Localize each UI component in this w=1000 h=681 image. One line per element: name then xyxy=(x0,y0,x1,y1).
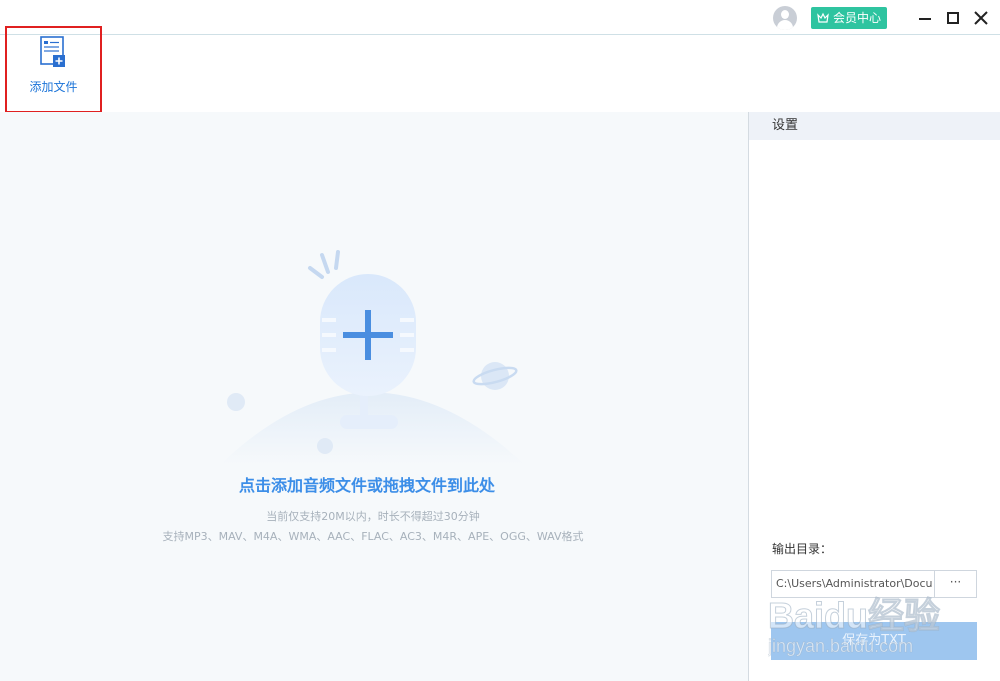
toolbar: 添加文件 xyxy=(0,26,1000,113)
title-bar: 会员中心 xyxy=(0,0,1000,35)
vip-center-button[interactable]: 会员中心 xyxy=(811,7,887,29)
add-file-label: 添加文件 xyxy=(29,80,78,94)
maximize-icon[interactable] xyxy=(941,6,965,30)
minimize-icon[interactable] xyxy=(913,6,937,30)
browse-button[interactable]: ··· xyxy=(935,570,977,598)
save-txt-button[interactable]: 保存为TXT xyxy=(771,622,977,660)
drop-formats-text: 支持MP3、MAV、M4A、WMA、AAC、FLAC、AC3、M4R、APE、O… xyxy=(162,530,584,543)
add-file-button[interactable]: 添加文件 xyxy=(5,26,102,113)
output-path-field[interactable]: C:\Users\Administrator\Docu xyxy=(771,570,935,598)
user-avatar-icon[interactable] xyxy=(773,6,797,30)
drop-title[interactable]: 点击添加音频文件或拖拽文件到此处 xyxy=(0,472,734,496)
crown-icon xyxy=(817,12,829,23)
microphone-plus-icon xyxy=(220,250,525,465)
file-drop-area[interactable]: 点击添加音频文件或拖拽文件到此处 当前仅支持20M以内，时长不得超过30分钟 支… xyxy=(0,112,748,681)
vip-center-label: 会员中心 xyxy=(833,11,882,25)
add-file-icon xyxy=(40,36,65,67)
settings-panel: 设置 输出目录： C:\Users\Administrator\Docu ···… xyxy=(748,112,1000,681)
output-dir-label: 输出目录： xyxy=(772,542,833,556)
drop-limit-text: 当前仅支持20M以内，时长不得超过30分钟 xyxy=(266,510,480,523)
settings-header: 设置 xyxy=(749,112,1000,140)
app-window: 会员中心 添加文件 点击添加音频文件或拖拽文件到此处 当前仅支持20M以内，时长… xyxy=(0,0,1000,681)
close-icon[interactable] xyxy=(969,6,993,30)
